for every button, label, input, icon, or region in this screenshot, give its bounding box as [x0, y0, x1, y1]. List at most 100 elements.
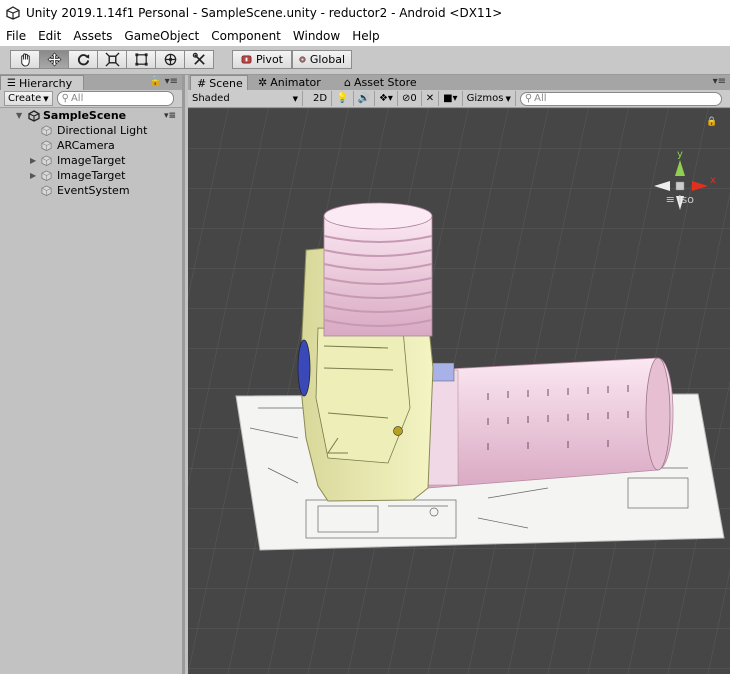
pink-vertical-cylinder — [323, 202, 433, 337]
menu-component[interactable]: Component — [205, 29, 287, 43]
expand-arrow-icon[interactable]: ▼ — [16, 111, 22, 120]
camera-dropdown[interactable]: ■▾ — [439, 91, 463, 106]
global-toggle-button[interactable]: Global — [292, 50, 352, 69]
expand-arrow-icon[interactable]: ▶ — [30, 171, 36, 180]
scene-menu-icon[interactable]: ▾≡ — [164, 111, 176, 121]
rotate-tool-button[interactable] — [68, 50, 98, 69]
hierarchy-item[interactable]: Directional Light — [0, 123, 182, 138]
hierarchy-item[interactable]: ▶ ImageTarget — [0, 153, 182, 168]
dropdown-arrow-icon: ▼ — [43, 94, 49, 103]
pivot-icon — [241, 55, 252, 64]
scene-toolbar: Shaded ▼ 2D 💡 🔊 ❖▾ ⊘ 0 ✕ ■▾ Gizmos ▼ ⚲ A… — [188, 90, 730, 108]
global-label: Global — [309, 53, 345, 66]
hierarchy-item-label: EventSystem — [57, 184, 130, 197]
menu-gameobject[interactable]: GameObject — [118, 29, 205, 43]
menu-edit[interactable]: Edit — [32, 29, 67, 43]
wrench-cross-icon — [192, 52, 205, 65]
menu-help[interactable]: Help — [346, 29, 385, 43]
store-icon: ⌂ — [344, 76, 351, 89]
tools-toggle[interactable]: ✕ — [422, 91, 440, 106]
scene-root-row[interactable]: ▼ SampleScene ▾≡ — [0, 108, 182, 123]
search-icon: ⚲ — [524, 93, 533, 104]
animator-icon: ✲ — [258, 76, 268, 89]
pivot-toggle-button[interactable]: Pivot — [232, 50, 292, 69]
hidden-objects-toggle[interactable]: ⊘ 0 — [398, 91, 422, 106]
audio-toggle[interactable]: 🔊 — [354, 91, 375, 106]
y-axis-label: y — [677, 149, 683, 160]
mode-2d-toggle[interactable]: 2D — [309, 91, 333, 106]
rect-transform-icon — [134, 53, 148, 66]
unity-scene-icon — [28, 109, 40, 122]
scale-tool-button[interactable] — [97, 50, 127, 69]
rect-tool-button[interactable] — [126, 50, 156, 69]
window-title: Unity 2019.1.14f1 Personal - SampleScene… — [26, 6, 503, 20]
scene-panel-menu-icon[interactable]: ▾≡ — [713, 76, 726, 87]
blue-cap — [297, 339, 311, 397]
hierarchy-item[interactable]: EventSystem — [0, 183, 182, 198]
mode-2d-label: 2D — [313, 93, 328, 104]
scale-icon — [104, 52, 120, 67]
window-titlebar: Unity 2019.1.14f1 Personal - SampleScene… — [0, 0, 730, 26]
tab-hierarchy[interactable]: ☰ Hierarchy — [0, 75, 84, 90]
x-axis-label: x — [710, 175, 716, 186]
effects-dropdown[interactable]: ❖▾ — [375, 91, 398, 106]
menu-assets[interactable]: Assets — [67, 29, 118, 43]
tab-scene[interactable]: # Scene — [190, 75, 248, 90]
hierarchy-item-label: Directional Light — [57, 124, 148, 137]
hierarchy-toolbar: Create ▼ ⚲ All — [0, 90, 182, 108]
hierarchy-item[interactable]: ARCamera — [0, 138, 182, 153]
camera-icon: ■▾ — [443, 93, 458, 104]
pivot-label: Pivot — [255, 53, 283, 66]
move-tool-button[interactable] — [39, 50, 69, 69]
hierarchy-list: Directional Light ARCamera ▶ ImageTarget ▶ Im… — [0, 123, 182, 198]
expand-arrow-icon[interactable]: ▶ — [30, 156, 36, 165]
tab-hierarchy-label: Hierarchy — [18, 76, 73, 90]
gizmo-center-cube[interactable] — [675, 181, 685, 191]
hierarchy-item-label: ARCamera — [57, 139, 115, 152]
scene-name: SampleScene — [43, 109, 127, 122]
bolt-head — [393, 426, 403, 436]
shading-mode-dropdown[interactable]: Shaded ▼ — [188, 91, 303, 106]
scene-viewport[interactable]: y x 🔒 ≡ Iso — [188, 108, 730, 674]
scene-search-placeholder: All — [534, 93, 547, 104]
effects-icon: ❖▾ — [378, 93, 393, 104]
scene-tab-strip: # Scene ✲ Animator ⌂ Asset Store ▾≡ — [188, 75, 730, 90]
hand-tool-button[interactable] — [10, 50, 40, 69]
gameobject-cube-icon — [41, 155, 52, 166]
create-dropdown[interactable]: Create ▼ — [4, 91, 53, 106]
tools-cross-icon: ✕ — [425, 93, 435, 104]
tab-asset-store[interactable]: ⌂ Asset Store — [338, 75, 428, 90]
eye-slash-icon: ⊘ — [401, 93, 411, 104]
rotate-icon — [77, 54, 89, 66]
pink-horizontal-cylinder — [427, 357, 674, 489]
scene-search-input[interactable]: ⚲ All — [519, 91, 722, 106]
panel-menu-icon[interactable]: 🔒 ▾≡ — [149, 76, 178, 87]
hierarchy-search-input[interactable]: ⚲ All — [56, 91, 174, 106]
grid-hash-icon: # — [197, 76, 207, 90]
tab-animator[interactable]: ✲ Animator — [252, 75, 332, 90]
scene-render[interactable]: y x 🔒 — [188, 108, 730, 674]
hand-icon — [20, 53, 30, 67]
tab-asset-store-label: Asset Store — [353, 76, 417, 89]
speaker-icon: 🔊 — [357, 93, 370, 104]
menu-window[interactable]: Window — [287, 29, 346, 43]
gizmo-lock-icon[interactable]: 🔒 — [706, 116, 717, 127]
projection-label[interactable]: ≡ Iso — [666, 193, 694, 206]
gizmos-dropdown[interactable]: Gizmos ▼ — [463, 91, 516, 106]
hierarchy-item[interactable]: ▶ ImageTarget — [0, 168, 182, 183]
dropdown-arrow-icon: ▼ — [292, 94, 298, 103]
hierarchy-panel: ☰ Hierarchy 🔒 ▾≡ Create ▼ ⚲ All ▼ Sample… — [0, 75, 185, 674]
tab-scene-label: Scene — [209, 76, 243, 90]
scene-panel: # Scene ✲ Animator ⌂ Asset Store ▾≡ Shad… — [188, 75, 730, 674]
projection-text: Iso — [678, 193, 694, 206]
custom-tool-button[interactable] — [184, 50, 214, 69]
lighting-toggle[interactable]: 💡 — [332, 91, 354, 106]
transform-tool-button[interactable] — [155, 50, 185, 69]
main-toolbar: Pivot Global — [0, 46, 730, 75]
unity-logo-icon — [6, 6, 20, 20]
menu-file[interactable]: File — [0, 29, 32, 43]
gameobject-cube-icon — [41, 125, 52, 136]
list-icon: ☰ — [7, 77, 16, 89]
transform-combo-icon — [164, 53, 176, 66]
dropdown-arrow-icon: ▼ — [505, 94, 511, 103]
